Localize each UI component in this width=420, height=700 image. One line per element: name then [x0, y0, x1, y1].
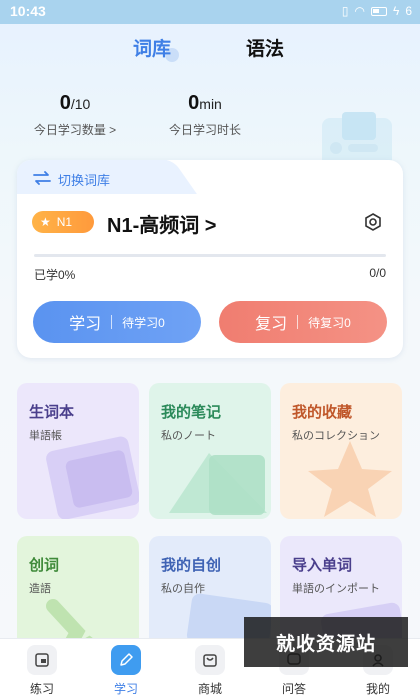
tile-title: 导入单词 — [292, 556, 353, 574]
study-time-label: 今日学习时长 — [168, 123, 241, 137]
nav-label: 练习 — [29, 682, 54, 696]
review-button[interactable]: 复习 待复习0 — [219, 301, 387, 343]
switch-wordbook-label[interactable]: 切换词库 — [58, 170, 110, 189]
tile-title: 创词 — [29, 556, 60, 574]
study-button[interactable]: 学习 待学习0 — [33, 301, 201, 343]
word-count-label: 今日学习数量 > — [33, 123, 117, 137]
study-pending-count: 待学习0 — [122, 315, 165, 330]
wifi-icon: ◠ — [354, 4, 365, 18]
review-pending-count: 待复习0 — [308, 315, 351, 330]
tab-grammar[interactable]: 语法 — [246, 34, 284, 61]
study-icon — [111, 645, 141, 675]
stat-word-count[interactable]: 0/10 今日学习数量 > — [20, 92, 130, 138]
study-time-unit: min — [199, 96, 222, 112]
status-time: 10:43 — [10, 3, 46, 19]
learn-progress-bar — [34, 254, 386, 257]
tile-title: 生词本 — [29, 403, 75, 421]
review-button-label: 复习 — [255, 316, 288, 333]
tile-my-notes[interactable]: 我的笔记 私のノート — [149, 383, 271, 519]
watermark-overlay: 就收资源站 — [244, 617, 408, 667]
battery-icon — [370, 6, 387, 16]
star-icon: ★ — [40, 215, 51, 229]
wordbook-title[interactable]: N1-高频词 > — [107, 209, 216, 238]
settings-icon[interactable] — [363, 212, 383, 232]
top-tabs: 词库 语法 — [0, 34, 420, 62]
nav-label: 我的 — [365, 682, 390, 696]
nav-shop[interactable]: 商城 — [180, 645, 240, 697]
tile-title: 我的笔记 — [161, 403, 222, 421]
tile-subtitle: 単語帳 — [29, 429, 62, 442]
tile-subtitle: 私のノート — [161, 429, 216, 442]
review-button-divider — [297, 315, 299, 329]
tile-my-favorites[interactable]: 我的收藏 私のコレクション — [280, 383, 402, 519]
study-button-label: 学习 — [69, 316, 102, 333]
tile-title: 我的收藏 — [292, 403, 353, 421]
nav-label: 商城 — [197, 682, 222, 696]
word-count-unit: /10 — [70, 96, 91, 112]
word-count-value: 0 — [59, 92, 71, 114]
learned-percent: 已学0% — [34, 268, 76, 282]
practice-icon — [27, 645, 57, 675]
nav-study[interactable]: 学习 — [96, 645, 156, 697]
tile-title: 我的自创 — [161, 556, 222, 574]
stat-study-time: 0min 今日学习时长 — [150, 92, 260, 138]
tile-subtitle: 単語のインポート — [292, 582, 380, 595]
study-button-divider — [111, 315, 113, 329]
sim-icon: ▯ — [341, 4, 349, 18]
battery-level: 6 — [405, 4, 412, 18]
tile-subtitle: 私のコレクション — [292, 429, 380, 442]
nav-label: 问答 — [281, 682, 306, 696]
level-badge: ★ N1 — [32, 211, 94, 233]
study-time-value: 0 — [188, 92, 200, 114]
tile-subtitle: 私の自作 — [161, 582, 205, 595]
tab-vocabulary[interactable]: 词库 — [133, 34, 171, 61]
switch-icon[interactable] — [33, 171, 51, 185]
tile-subtitle: 造語 — [29, 582, 51, 595]
nav-label: 学习 — [113, 682, 138, 696]
charging-icon: ϟ — [392, 4, 400, 18]
status-icons: ▯ ◠ ϟ 6 — [342, 4, 412, 18]
shop-icon — [195, 645, 225, 675]
wordbook-card: 切换词库 ★ N1 N1-高频词 > 已学0% 0/0 学习 待学习0 复习 待… — [17, 160, 403, 358]
status-bar: 10:43 ▯ ◠ ϟ 6 — [0, 0, 420, 24]
learned-ratio: 0/0 — [369, 266, 386, 280]
tile-vocab-notebook[interactable]: 生词本 単語帳 — [17, 383, 139, 519]
level-badge-label: N1 — [56, 215, 73, 229]
nav-practice[interactable]: 练习 — [12, 645, 72, 697]
